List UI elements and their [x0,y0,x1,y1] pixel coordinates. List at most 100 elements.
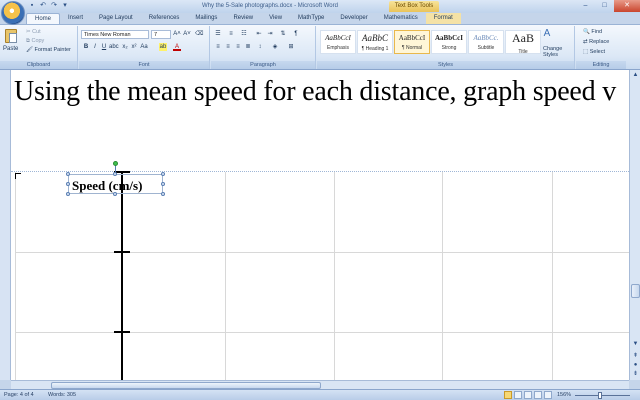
subscript-button[interactable]: x₂ [121,43,129,51]
tab-mailings[interactable]: Mailings [187,13,225,24]
tab-references[interactable]: References [141,13,188,24]
font-name-select[interactable]: Times New Roman [81,30,149,39]
style-normal[interactable]: AaBbCcI ¶ Normal [394,30,430,54]
multilevel-list-icon[interactable]: ☷ [240,30,248,38]
context-tab-title: Text Box Tools [389,1,439,12]
change-case-icon[interactable]: Aa [140,43,148,51]
full-screen-reading-button[interactable] [514,391,522,399]
resize-handle[interactable] [161,172,165,176]
draft-button[interactable] [544,391,552,399]
superscript-button[interactable]: x² [130,43,138,51]
style-title[interactable]: AaB Title [505,30,541,55]
show-marks-icon[interactable]: ¶ [292,30,300,38]
replace-button[interactable]: ⇄ Replace [583,39,609,45]
web-layout-button[interactable] [524,391,532,399]
style-heading-1[interactable]: AaBbC ¶ Heading 1 [357,30,393,54]
minimize-button[interactable]: – [576,0,595,12]
close-button[interactable]: ✕ [614,0,640,12]
tab-page-layout[interactable]: Page Layout [91,13,141,24]
tab-mathematics[interactable]: Mathematics [376,13,426,24]
decrease-indent-icon[interactable]: ⇤ [255,30,263,38]
tab-format[interactable]: Format [425,13,461,24]
select-button[interactable]: ⬚ Select [583,49,605,55]
previous-page-icon[interactable]: ⇞ [631,352,640,361]
change-styles-icon[interactable]: A [543,29,551,39]
strikethrough-button[interactable]: abc [109,43,119,51]
browse-object-icon[interactable]: ● [631,361,640,370]
maximize-button[interactable]: □ [595,0,614,12]
align-center-icon[interactable]: ≡ [224,43,232,51]
tab-developer[interactable]: Developer [332,13,375,24]
paste-icon[interactable] [5,29,17,43]
save-icon[interactable]: ▪ [28,2,36,10]
style-emphasis[interactable]: AaBbCcI Emphasis [320,30,356,54]
font-color-icon[interactable]: A [173,43,181,51]
paste-button[interactable]: Paste [3,46,18,52]
cut-button[interactable]: ✂ Cut [26,29,41,35]
font-size-select[interactable]: 7 [151,30,171,39]
resize-handle[interactable] [113,172,117,176]
word-count[interactable]: Words: 305 [48,392,76,398]
zoom-slider[interactable] [575,395,630,396]
style-sample: AaB [512,31,534,45]
scroll-down-icon[interactable]: ▼ [631,340,640,349]
horizontal-scroll-thumb[interactable] [51,382,321,389]
resize-handle[interactable] [161,182,165,186]
italic-button[interactable]: I [91,43,99,51]
document-heading[interactable]: Using the mean speed for each distance, … [14,76,616,108]
highlight-icon[interactable]: ab [159,43,167,51]
textbox-label[interactable]: Speed (cm/s) [72,178,142,194]
scroll-up-icon[interactable]: ▲ [631,71,640,80]
tab-view[interactable]: View [261,13,290,24]
justify-icon[interactable]: ≣ [244,43,252,51]
rotation-handle[interactable] [113,161,118,166]
horizontal-scrollbar[interactable] [11,380,629,389]
vertical-scroll-thumb[interactable] [631,284,640,298]
style-strong[interactable]: AaBbCcI Strong [431,30,467,54]
document-page[interactable]: Using the mean speed for each distance, … [11,70,629,380]
borders-icon[interactable]: ⊞ [287,43,295,51]
bullets-icon[interactable]: ☰ [214,30,222,38]
increase-indent-icon[interactable]: ⇥ [266,30,274,38]
style-subtitle[interactable]: AaBbCc. Subtitle [468,30,504,54]
resize-handle[interactable] [161,192,165,196]
shrink-font-icon[interactable]: A˅ [183,30,191,38]
grid-line [552,172,553,380]
outline-button[interactable] [534,391,542,399]
copy-button[interactable]: ⧉ Copy [26,38,44,45]
y-axis-line[interactable] [121,172,123,380]
resize-handle[interactable] [66,192,70,196]
bold-button[interactable]: B [82,43,90,51]
next-page-icon[interactable]: ⇟ [631,370,640,379]
speed-textbox[interactable]: Speed (cm/s) [68,174,163,194]
zoom-level[interactable]: 156% [557,392,571,398]
tab-home[interactable]: Home [26,13,61,24]
find-button[interactable]: 🔍 Find [583,29,602,35]
clear-format-icon[interactable]: ⌫ [195,30,203,38]
resize-handle[interactable] [66,172,70,176]
format-painter-button[interactable]: 🖌 Format Painter [26,47,71,53]
underline-button[interactable]: U [100,43,108,51]
page-count[interactable]: Page: 4 of 4 [4,392,34,398]
resize-handle[interactable] [66,182,70,186]
tab-mathtype[interactable]: MathType [290,13,332,24]
redo-icon[interactable]: ↷ [50,2,58,10]
qat-dropdown-icon[interactable]: ▾ [61,2,69,10]
resize-handle[interactable] [113,192,117,196]
align-right-icon[interactable]: ≡ [234,43,242,51]
undo-icon[interactable]: ↶ [39,2,47,10]
tab-insert[interactable]: Insert [60,13,91,24]
change-styles-button[interactable]: Change Styles [543,46,573,58]
vertical-scrollbar[interactable]: ▲ ▼ ⇞ ● ⇟ [629,70,640,380]
align-left-icon[interactable]: ≡ [214,43,222,51]
line-spacing-icon[interactable]: ↕ [256,43,264,51]
grid-line [225,172,226,380]
grow-font-icon[interactable]: A˄ [173,30,181,38]
zoom-slider-thumb[interactable] [598,392,602,399]
numbering-icon[interactable]: ≡ [227,30,235,38]
print-layout-button[interactable] [504,391,512,399]
tab-review[interactable]: Review [225,13,261,24]
sort-icon[interactable]: ⇅ [279,30,287,38]
shading-icon[interactable]: ◈ [271,43,279,51]
office-button[interactable] [1,1,25,25]
